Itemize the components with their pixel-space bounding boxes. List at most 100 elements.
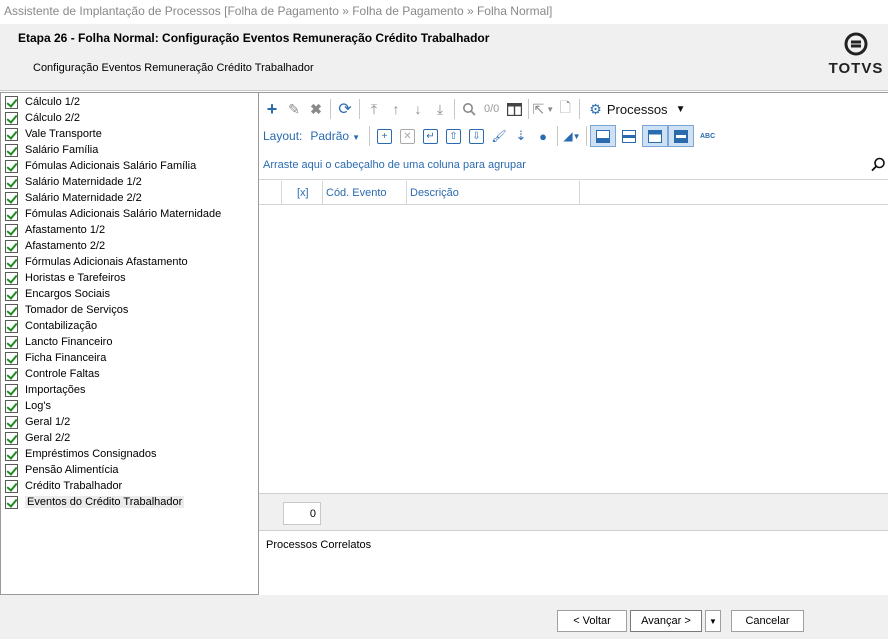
tree-item[interactable]: Geral 1/2	[5, 414, 70, 430]
refresh-icon[interactable]: ⟳	[334, 98, 356, 120]
remove-layout-icon[interactable]: ✕	[400, 128, 415, 144]
tree-item[interactable]: Fórmulas Adicionais Afastamento	[5, 254, 188, 270]
checkmark-icon	[5, 255, 18, 269]
panel-middle-toggle[interactable]	[616, 125, 642, 147]
search-record-icon[interactable]	[458, 98, 480, 120]
separator	[579, 99, 581, 119]
checkmark-icon	[5, 399, 18, 413]
next-record-icon[interactable]: ↓	[407, 98, 429, 120]
checkmark-icon	[5, 319, 18, 333]
tree-item[interactable]: Lancto Financeiro	[5, 334, 112, 350]
checkmark-icon	[5, 463, 18, 477]
tree-item-label: Fómulas Adicionais Salário Maternidade	[25, 208, 222, 220]
tree-item[interactable]: Controle Faltas	[5, 366, 100, 382]
tree-item[interactable]: Cálculo 2/2	[5, 110, 80, 126]
column-header-descricao[interactable]: Descrição	[407, 181, 580, 205]
tree-item[interactable]: Geral 2/2	[5, 430, 70, 446]
rename-layout-icon[interactable]: ↵	[423, 128, 438, 144]
processos-correlatos-label: Processos Correlatos	[266, 539, 372, 551]
panel-top-toggle[interactable]	[642, 125, 668, 147]
back-button[interactable]: < Voltar	[557, 610, 627, 632]
tree-item[interactable]: Afastamento 1/2	[5, 222, 105, 238]
layout-toolbar: Layout: Padrão ▼ + ✕ ↵ ⇧ ⇩ 🖌 ⇣ ● ◢ ▼ ABC	[259, 124, 888, 148]
add-icon[interactable]: +	[261, 98, 283, 120]
tree-item[interactable]: Empréstimos Consignados	[5, 446, 156, 462]
tree-item-label: Importações	[25, 384, 86, 396]
tree-item[interactable]: Tomador de Serviços	[5, 302, 128, 318]
tree-item-label: Salário Maternidade 1/2	[25, 176, 142, 188]
chart-icon[interactable]: ◢ ▼	[561, 125, 583, 147]
step-title: Etapa 26 - Folha Normal: Configuração Ev…	[18, 31, 490, 45]
checkmark-icon	[5, 431, 18, 445]
edit-icon[interactable]: ✎	[283, 98, 305, 120]
step-subtitle: Configuração Eventos Remuneração Crédito…	[33, 62, 314, 74]
column-header-cod-evento[interactable]: Cód. Evento	[323, 181, 407, 205]
tree-item-label: Cálculo 2/2	[25, 112, 81, 124]
layout-select[interactable]: Padrão ▼	[310, 129, 360, 143]
spellcheck-button[interactable]: ABC	[700, 133, 715, 140]
group-hint: Arraste aqui o cabeçalho de uma coluna p…	[263, 159, 526, 171]
column-header-select[interactable]: [x]	[282, 181, 323, 205]
tree-item[interactable]: Salário Maternidade 1/2	[5, 174, 142, 190]
export-icon[interactable]: ⇱ ▼	[532, 98, 554, 120]
checkmark-icon	[5, 271, 18, 285]
tree-item[interactable]: Afastamento 2/2	[5, 238, 105, 254]
tree-item-label: Encargos Sociais	[25, 288, 110, 300]
checkmark-icon	[5, 191, 18, 205]
tree-item-label: Log's	[25, 400, 51, 412]
tree-item[interactable]: Crédito Trabalhador	[5, 478, 122, 494]
processos-correlatos-panel: Processos Correlatos	[259, 531, 888, 596]
tree-item[interactable]: Salário Maternidade 2/2	[5, 190, 142, 206]
tree-item-label: Ficha Financeira	[25, 352, 107, 364]
add-layout-icon[interactable]: +	[377, 128, 392, 144]
grid-header: [x] Cód. Evento Descrição	[259, 181, 888, 205]
step-tree: Cálculo 1/2 Cálculo 2/2 Vale Transporte Sal…	[0, 92, 259, 595]
tree-item[interactable]: Fómulas Adicionais Salário Maternidade	[5, 206, 221, 222]
delete-icon[interactable]: ✖	[305, 98, 327, 120]
separator	[454, 99, 455, 119]
panel-bottom-toggle[interactable]	[590, 125, 616, 147]
color-icon[interactable]: ●	[532, 125, 554, 147]
tree-item-label: Salário Maternidade 2/2	[25, 192, 142, 204]
panel-split-toggle[interactable]	[668, 125, 694, 147]
first-record-icon[interactable]: ⤒	[363, 98, 385, 120]
tree-item-label: Afastamento 2/2	[25, 240, 106, 252]
tree-item[interactable]: Encargos Sociais	[5, 286, 110, 302]
tree-item[interactable]: Log's	[5, 398, 51, 414]
tree-item[interactable]: Contabilização	[5, 318, 97, 334]
separator	[528, 99, 530, 119]
next-options-dropdown[interactable]: ▼	[705, 610, 721, 632]
paint-icon[interactable]: 🖌	[488, 125, 510, 147]
search-icon[interactable]	[871, 157, 886, 175]
tree-item[interactable]: Cálculo 1/2	[5, 94, 80, 110]
previous-record-icon[interactable]: ↑	[385, 98, 407, 120]
row-indicator-column	[259, 181, 282, 205]
tree-item[interactable]: Importações	[5, 382, 86, 398]
separator	[586, 126, 587, 146]
tree-item[interactable]: Ficha Financeira	[5, 350, 106, 366]
logo-text: TOTVS	[828, 60, 884, 77]
checkmark-icon	[5, 127, 18, 141]
download-layout-icon[interactable]: ⇩	[469, 128, 484, 144]
columns-icon[interactable]	[503, 98, 525, 120]
tree-item[interactable]: Fómulas Adicionais Salário Família	[5, 158, 196, 174]
tree-item-label: Cálculo 1/2	[25, 96, 81, 108]
checkmark-icon	[5, 383, 18, 397]
tree-item[interactable]: Salário Família	[5, 142, 98, 158]
step-header: Etapa 26 - Folha Normal: Configuração Ev…	[0, 24, 888, 91]
next-button[interactable]: Avançar >	[630, 610, 702, 632]
cancel-button[interactable]: Cancelar	[731, 610, 804, 632]
filter-icon[interactable]: ⇣	[510, 125, 532, 147]
last-record-icon[interactable]: ⤓	[429, 98, 451, 120]
tree-item[interactable]: Eventos do Crédito Trabalhador	[5, 494, 185, 510]
tree-item-label: Afastamento 1/2	[25, 224, 106, 236]
document-icon[interactable]: 🗋	[554, 98, 576, 120]
layout-value: Padrão	[310, 129, 350, 143]
group-by-area[interactable]: Arraste aqui o cabeçalho de uma coluna p…	[259, 153, 888, 180]
tree-item[interactable]: Horistas e Tarefeiros	[5, 270, 126, 286]
tree-item[interactable]: Pensão Alimentícia	[5, 462, 119, 478]
upload-layout-icon[interactable]: ⇧	[446, 128, 461, 144]
grid-body[interactable]	[259, 205, 888, 493]
tree-item[interactable]: Vale Transporte	[5, 126, 102, 142]
processos-menu-button[interactable]: ⚙ Processos ▼	[589, 101, 685, 118]
